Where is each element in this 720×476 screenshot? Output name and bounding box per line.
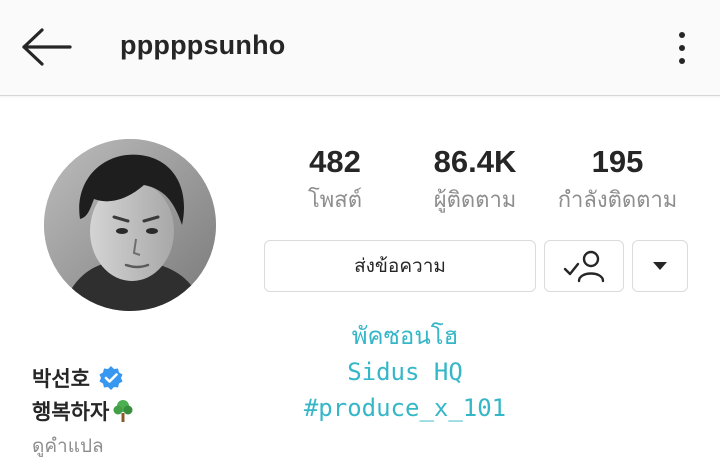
- profile-avatar[interactable]: [44, 139, 216, 311]
- following-status-button[interactable]: [544, 240, 624, 292]
- tree-emoji-icon: [113, 400, 133, 422]
- suggestions-dropdown-button[interactable]: [632, 240, 688, 292]
- bio-center-block: พัคซอนโฮ Sidus HQ #produce_x_101: [280, 318, 530, 426]
- followers-stat[interactable]: 86.4K ผู้ติดตาม: [410, 144, 540, 216]
- posts-label: โพสต์: [307, 188, 363, 213]
- more-options-button[interactable]: [668, 28, 696, 68]
- more-vertical-icon: [679, 58, 685, 64]
- full-name-line: 박선호: [32, 363, 124, 393]
- back-button[interactable]: [18, 26, 74, 68]
- person-check-icon: [563, 250, 605, 283]
- profile-username-title: pppppsunho: [120, 30, 286, 60]
- followers-label: ผู้ติดตาม: [433, 188, 517, 213]
- full-name: 박선호: [32, 367, 90, 391]
- bio-thai-name: พัคซอนโฮ: [351, 322, 459, 350]
- top-navigation-bar: pppppsunho: [0, 0, 720, 96]
- caret-down-icon: [653, 262, 667, 270]
- verified-badge-icon: [99, 366, 123, 390]
- following-stat[interactable]: 195 กำลังติดตาม: [545, 144, 690, 216]
- see-translation-link[interactable]: ดูคำแปล: [32, 431, 104, 461]
- following-label: กำลังติดตาม: [557, 188, 678, 213]
- profile-photo: [44, 139, 216, 311]
- more-vertical-icon: [679, 32, 685, 38]
- bio-text-line: 행복하자: [32, 396, 135, 426]
- bio-hashtag[interactable]: #produce_x_101: [280, 390, 530, 426]
- following-count: 195: [591, 144, 644, 179]
- message-button-label: ส่งข้อความ: [354, 255, 446, 277]
- message-button[interactable]: ส่งข้อความ: [264, 240, 536, 292]
- posts-count: 482: [309, 144, 361, 179]
- bio-agency: Sidus HQ: [347, 358, 463, 386]
- bio-text: 행복하자: [32, 400, 110, 424]
- posts-stat[interactable]: 482 โพสต์: [290, 144, 380, 216]
- followers-count: 86.4K: [433, 144, 517, 179]
- more-vertical-icon: [679, 45, 685, 51]
- arrow-left-icon: [22, 28, 72, 66]
